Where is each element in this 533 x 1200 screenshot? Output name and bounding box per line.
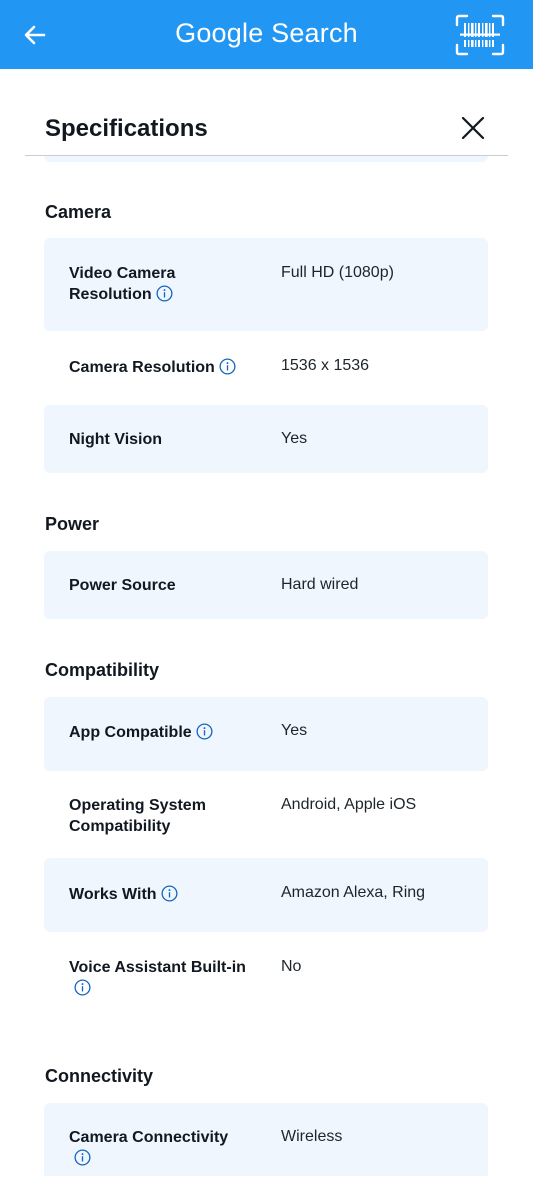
info-icon[interactable] [219, 358, 236, 375]
spec-label-text: Camera Resolution [69, 359, 215, 376]
info-icon[interactable] [156, 285, 173, 302]
info-icon[interactable] [74, 979, 91, 996]
spec-label: Video Camera Resolution [69, 263, 254, 305]
spec-label: Operating System Compatibility [69, 795, 254, 837]
spec-label-text: Voice Assistant Built-in [69, 959, 246, 976]
spec-label-line2: Resolution [69, 286, 152, 303]
close-icon[interactable] [460, 115, 486, 141]
info-icon[interactable] [196, 723, 213, 740]
spec-label: Works With [69, 884, 254, 905]
page-title: Specifications [45, 115, 208, 142]
spec-value: Wireless [281, 1128, 343, 1145]
spec-label-text: Works With [69, 886, 157, 903]
spec-label-text: Camera Connectivity [69, 1129, 229, 1146]
spec-value: Amazon Alexa, Ring [281, 884, 426, 901]
info-icon[interactable] [161, 885, 178, 902]
spec-row-operating-system: Operating System Compatibility Android, … [44, 771, 488, 858]
spec-row-camera-connectivity: Camera Connectivity Wireless [44, 1103, 488, 1176]
spec-row-power-source: Power Source Hard wired [44, 551, 488, 619]
app-title: Google Search [175, 18, 358, 48]
section-title-compatibility: Compatibility [45, 660, 160, 680]
spec-row-camera-resolution: Camera Resolution 1536 x 1536 [44, 331, 488, 405]
spec-label: Night Vision [69, 431, 163, 448]
info-icon[interactable] [74, 1149, 91, 1166]
spec-row-night-vision: Night Vision Yes [44, 405, 488, 473]
spec-value: No [281, 958, 302, 975]
section-title-connectivity: Connectivity [45, 1066, 154, 1086]
spec-row-app-compatible: App Compatible Yes [44, 697, 488, 771]
spec-value: Hard wired [281, 576, 359, 593]
barcode-scan-icon[interactable] [455, 14, 505, 56]
spec-label: App Compatible [69, 722, 269, 743]
spec-value: Android, Apple iOS [281, 796, 417, 813]
app-bar: Google Search [0, 0, 533, 69]
spec-label-text: App Compatible [69, 724, 192, 741]
spec-label: Voice Assistant Built-in [69, 957, 269, 996]
spec-label-line2: Compatibility [69, 818, 171, 835]
header-divider-shade [44, 156, 488, 162]
spec-row-video-camera-resolution: Video Camera Resolution Full HD (1080p) [44, 238, 488, 331]
spec-label-line1: Operating System [69, 797, 206, 814]
spec-row-voice-assistant: Voice Assistant Built-in No [44, 932, 488, 1022]
spec-value: Yes [281, 722, 308, 739]
spec-row-works-with: Works With Amazon Alexa, Ring [44, 858, 488, 932]
section-title-camera: Camera [45, 202, 112, 222]
section-title-power: Power [45, 514, 100, 534]
spec-label: Camera Resolution [69, 357, 269, 378]
specifications-header: Specifications [25, 101, 508, 156]
spec-value: Yes [281, 430, 308, 447]
spec-value: 1536 x 1536 [281, 357, 370, 374]
spec-value: Full HD (1080p) [281, 264, 394, 281]
spec-label-line1: Video Camera [69, 265, 176, 282]
spec-label: Power Source [69, 577, 176, 594]
spec-label: Camera Connectivity [69, 1127, 269, 1166]
